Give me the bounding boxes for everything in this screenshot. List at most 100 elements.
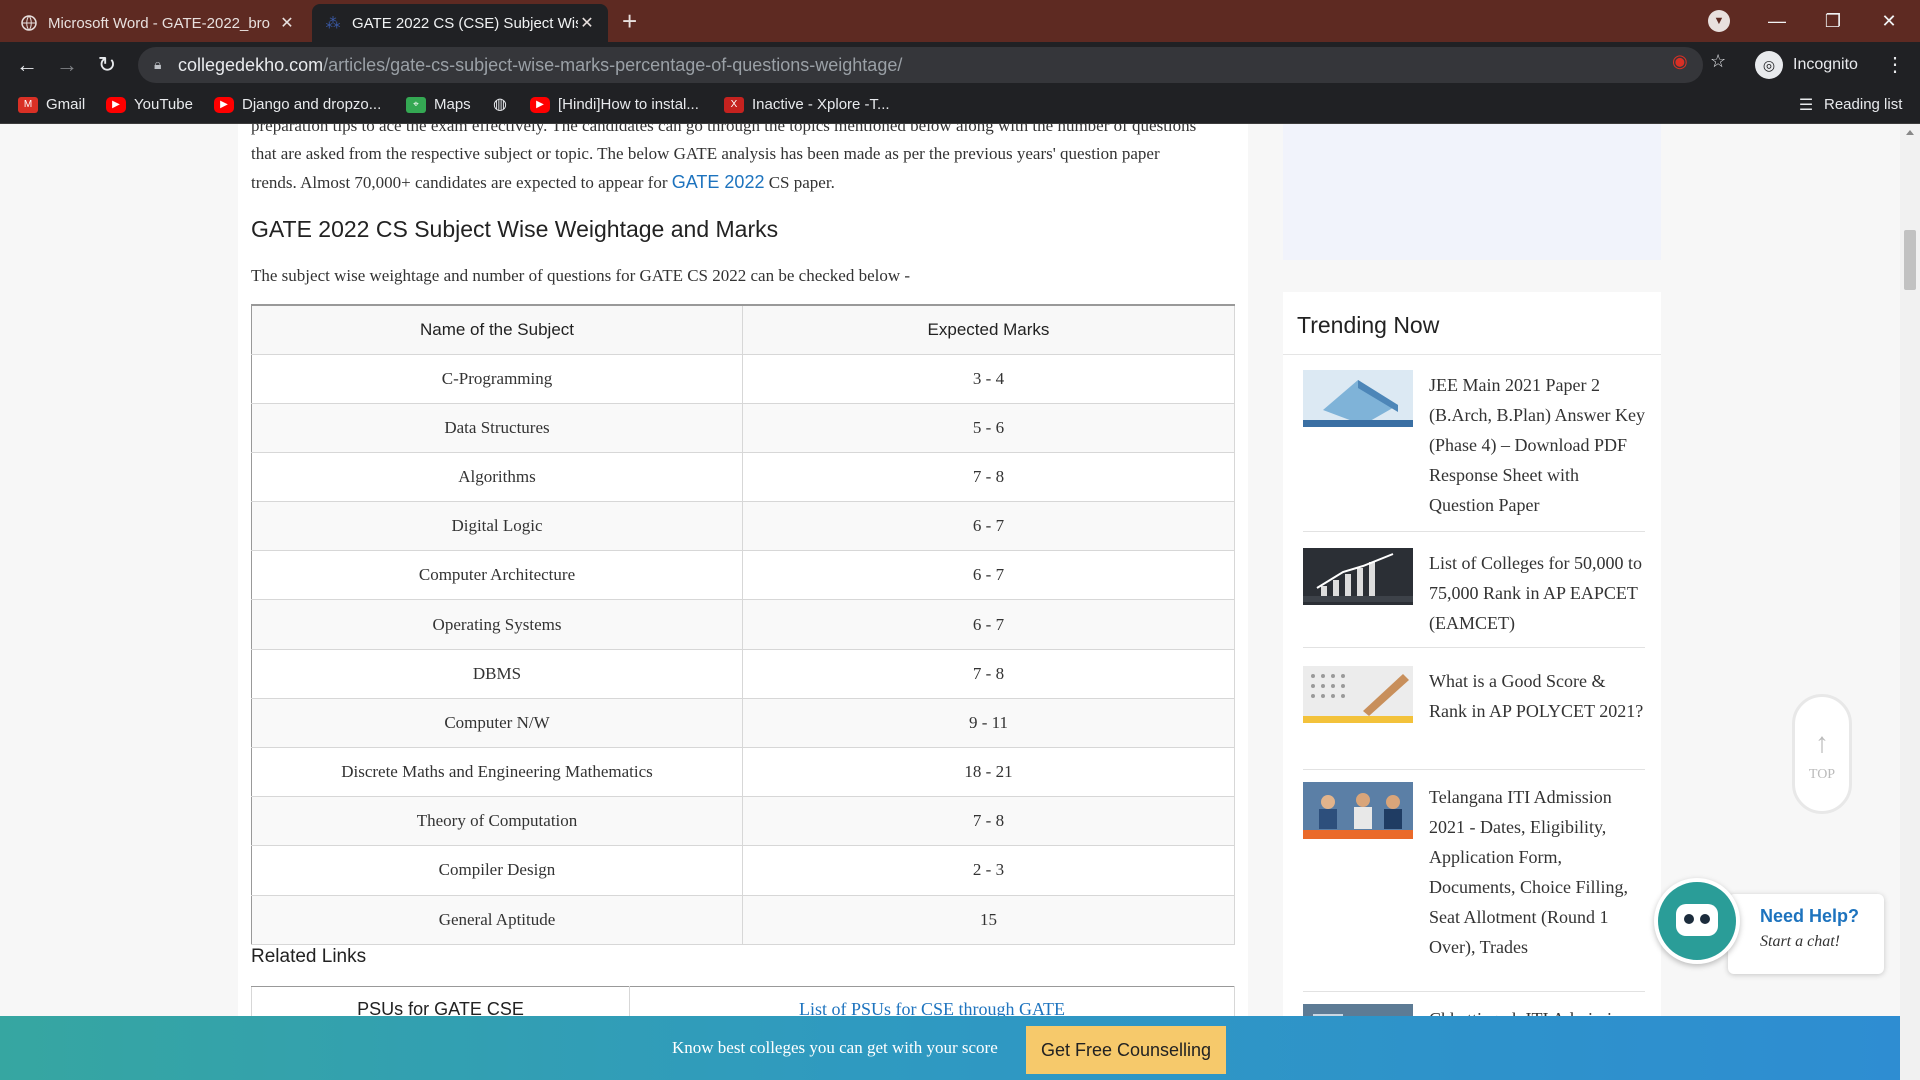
restore-icon[interactable]: ❐ (1810, 0, 1856, 42)
top-label: TOP (1808, 767, 1836, 782)
bookmark-globe[interactable]: ◍ (490, 96, 518, 113)
subject-cell: General Aptitude (251, 894, 743, 945)
table-row: Data Structures 5 - 6 (251, 402, 1235, 453)
tab-search-icon[interactable]: ▼ (1708, 10, 1730, 32)
bookmark-label: [Hindi]How to instal... (558, 96, 699, 113)
table-row: Computer N/W 9 - 11 (251, 697, 1235, 749)
incognito-indicator[interactable]: ◎ Incognito (1755, 48, 1858, 82)
window-close-icon[interactable]: ✕ (1866, 0, 1912, 42)
tab-word-doc[interactable]: Microsoft Word - GATE-2022_bro ✕ (8, 4, 308, 42)
table-row: Digital Logic 6 - 7 (251, 501, 1235, 552)
bookmark-hindi-install[interactable]: ▶ [Hindi]How to instal... (530, 96, 699, 113)
subject-cell: Operating Systems (251, 599, 743, 650)
forward-icon[interactable]: → (52, 50, 82, 80)
table-row: C-Programming 3 - 4 (251, 353, 1235, 404)
marks-cell: 7 - 8 (742, 451, 1235, 503)
subject-cell: DBMS (251, 648, 743, 699)
url-path: /articles/gate-cs-subject-wise-marks-per… (323, 54, 903, 75)
trending-item[interactable]: Telangana ITI Admission 2021 - Dates, El… (1303, 782, 1645, 992)
bookmark-label: Maps (434, 96, 471, 113)
table-row: Discrete Maths and Engineering Mathemati… (251, 746, 1235, 798)
table-row: General Aptitude 15 (251, 894, 1235, 945)
table-row: DBMS 7 - 8 (251, 648, 1235, 699)
table-row: Theory of Computation 7 - 8 (251, 796, 1235, 847)
lock-icon: 🔒︎ (154, 56, 162, 72)
youtube-icon: ▶ (214, 96, 234, 113)
tab-title: GATE 2022 CS (CSE) Subject Wise (352, 14, 578, 32)
bookmark-xplore[interactable]: X Inactive - Xplore -T... (724, 96, 890, 113)
subject-cell: Compiler Design (251, 845, 743, 896)
page-scrollbar[interactable] (1900, 124, 1920, 1080)
intro-paragraph: preparation tips to ace the exam effecti… (251, 124, 1197, 192)
scrollbar-thumb[interactable] (1904, 230, 1916, 290)
scroll-to-top-button[interactable]: ↑ TOP (1792, 694, 1852, 814)
start-chat-label: Start a chat! (1760, 933, 1840, 950)
table-header-row: Name of the Subject Expected Marks (251, 304, 1235, 355)
marks-cell: 9 - 11 (742, 697, 1235, 749)
section-intro: The subject wise weightage and number of… (251, 266, 911, 285)
ad-placeholder (1283, 124, 1661, 260)
trending-thumbnail (1303, 548, 1413, 605)
back-icon[interactable]: ← (12, 50, 42, 80)
trending-item[interactable]: List of Colleges for 50,000 to 75,000 Ra… (1303, 548, 1645, 648)
close-icon[interactable]: ✕ (578, 13, 596, 33)
globe-icon (20, 14, 38, 32)
reading-list-button[interactable]: ☰ Reading list (1796, 96, 1903, 114)
marks-cell: 15 (742, 894, 1235, 945)
menu-icon[interactable]: ⋮ (1885, 52, 1905, 77)
need-help-title: Need Help? (1760, 906, 1860, 926)
subject-cell: Algorithms (251, 451, 743, 503)
incognito-label: Incognito (1793, 56, 1858, 73)
marks-cell: 6 - 7 (742, 550, 1235, 601)
related-links-heading: Related Links (251, 946, 367, 967)
reload-icon[interactable]: ↻ (92, 50, 122, 80)
banner-text: Know best colleges you can get with your… (672, 1038, 998, 1057)
section-heading: GATE 2022 CS Subject Wise Weightage and … (251, 216, 779, 242)
article-body: preparation tips to ace the exam effecti… (238, 124, 1248, 1080)
bookmark-maps[interactable]: ⌖ Maps (406, 96, 471, 113)
get-free-counselling-button[interactable]: Get Free Counselling (1026, 1026, 1226, 1074)
need-help-card[interactable]: Need Help? Start a chat! (1728, 894, 1884, 974)
xplore-icon: X (724, 96, 744, 113)
column-header-subject: Name of the Subject (251, 304, 743, 355)
subject-cell: C-Programming (251, 353, 743, 404)
bookmarks-bar: M Gmail ▶ YouTube ▶ Django and dropzo...… (0, 88, 1920, 124)
new-tab-button[interactable]: + (622, 6, 637, 37)
bookmark-django[interactable]: ▶ Django and dropzo... (214, 96, 381, 113)
subject-cell: Theory of Computation (251, 796, 743, 847)
address-bar[interactable]: 🔒︎ collegedekho.com/articles/gate-cs-sub… (138, 47, 1703, 83)
reading-list-icon: ☰ (1798, 96, 1814, 114)
marks-cell: 6 - 7 (742, 599, 1235, 650)
arrow-up-icon: ↑ (1815, 727, 1829, 758)
column-header-marks: Expected Marks (742, 304, 1235, 355)
trending-item[interactable]: JEE Main 2021 Paper 2 (B.Arch, B.Plan) A… (1303, 370, 1645, 532)
marks-cell: 6 - 7 (742, 501, 1235, 552)
youtube-icon: ▶ (530, 96, 550, 113)
blocked-cookie-icon[interactable]: ◉ (1672, 51, 1688, 72)
tab-gate-article[interactable]: ⁂ GATE 2022 CS (CSE) Subject Wise ✕ (312, 4, 608, 42)
bookmark-label: Inactive - Xplore -T... (752, 96, 890, 113)
tab-strip: Microsoft Word - GATE-2022_bro ✕ ⁂ GATE … (0, 0, 1920, 42)
trending-thumbnail (1303, 370, 1413, 427)
subject-cell: Computer N/W (251, 697, 743, 749)
bookmark-gmail[interactable]: M Gmail (18, 96, 85, 113)
scroll-up-icon[interactable] (1906, 130, 1914, 135)
minimize-icon[interactable]: — (1754, 0, 1800, 42)
subject-cell: Data Structures (251, 402, 743, 453)
chatbot-avatar-icon[interactable] (1654, 878, 1740, 964)
collegedekho-favicon-icon: ⁂ (325, 15, 341, 32)
gate-2022-link[interactable]: GATE 2022 (672, 172, 765, 192)
table-row: Operating Systems 6 - 7 (251, 599, 1235, 650)
bookmark-label: Gmail (46, 96, 86, 113)
close-icon[interactable]: ✕ (278, 13, 296, 33)
marks-cell: 3 - 4 (742, 353, 1235, 404)
table-row: Computer Architecture 6 - 7 (251, 550, 1235, 601)
trending-item[interactable]: What is a Good Score & Rank in AP POLYCE… (1303, 666, 1645, 770)
reading-list-label: Reading list (1824, 96, 1903, 113)
marks-cell: 2 - 3 (742, 845, 1235, 896)
bookmark-youtube[interactable]: ▶ YouTube (106, 96, 193, 113)
bookmark-star-icon[interactable]: ☆ (1710, 51, 1726, 72)
marks-cell: 18 - 21 (742, 746, 1235, 798)
trending-title: Trending Now (1297, 312, 1440, 338)
table-row: Compiler Design 2 - 3 (251, 845, 1235, 896)
